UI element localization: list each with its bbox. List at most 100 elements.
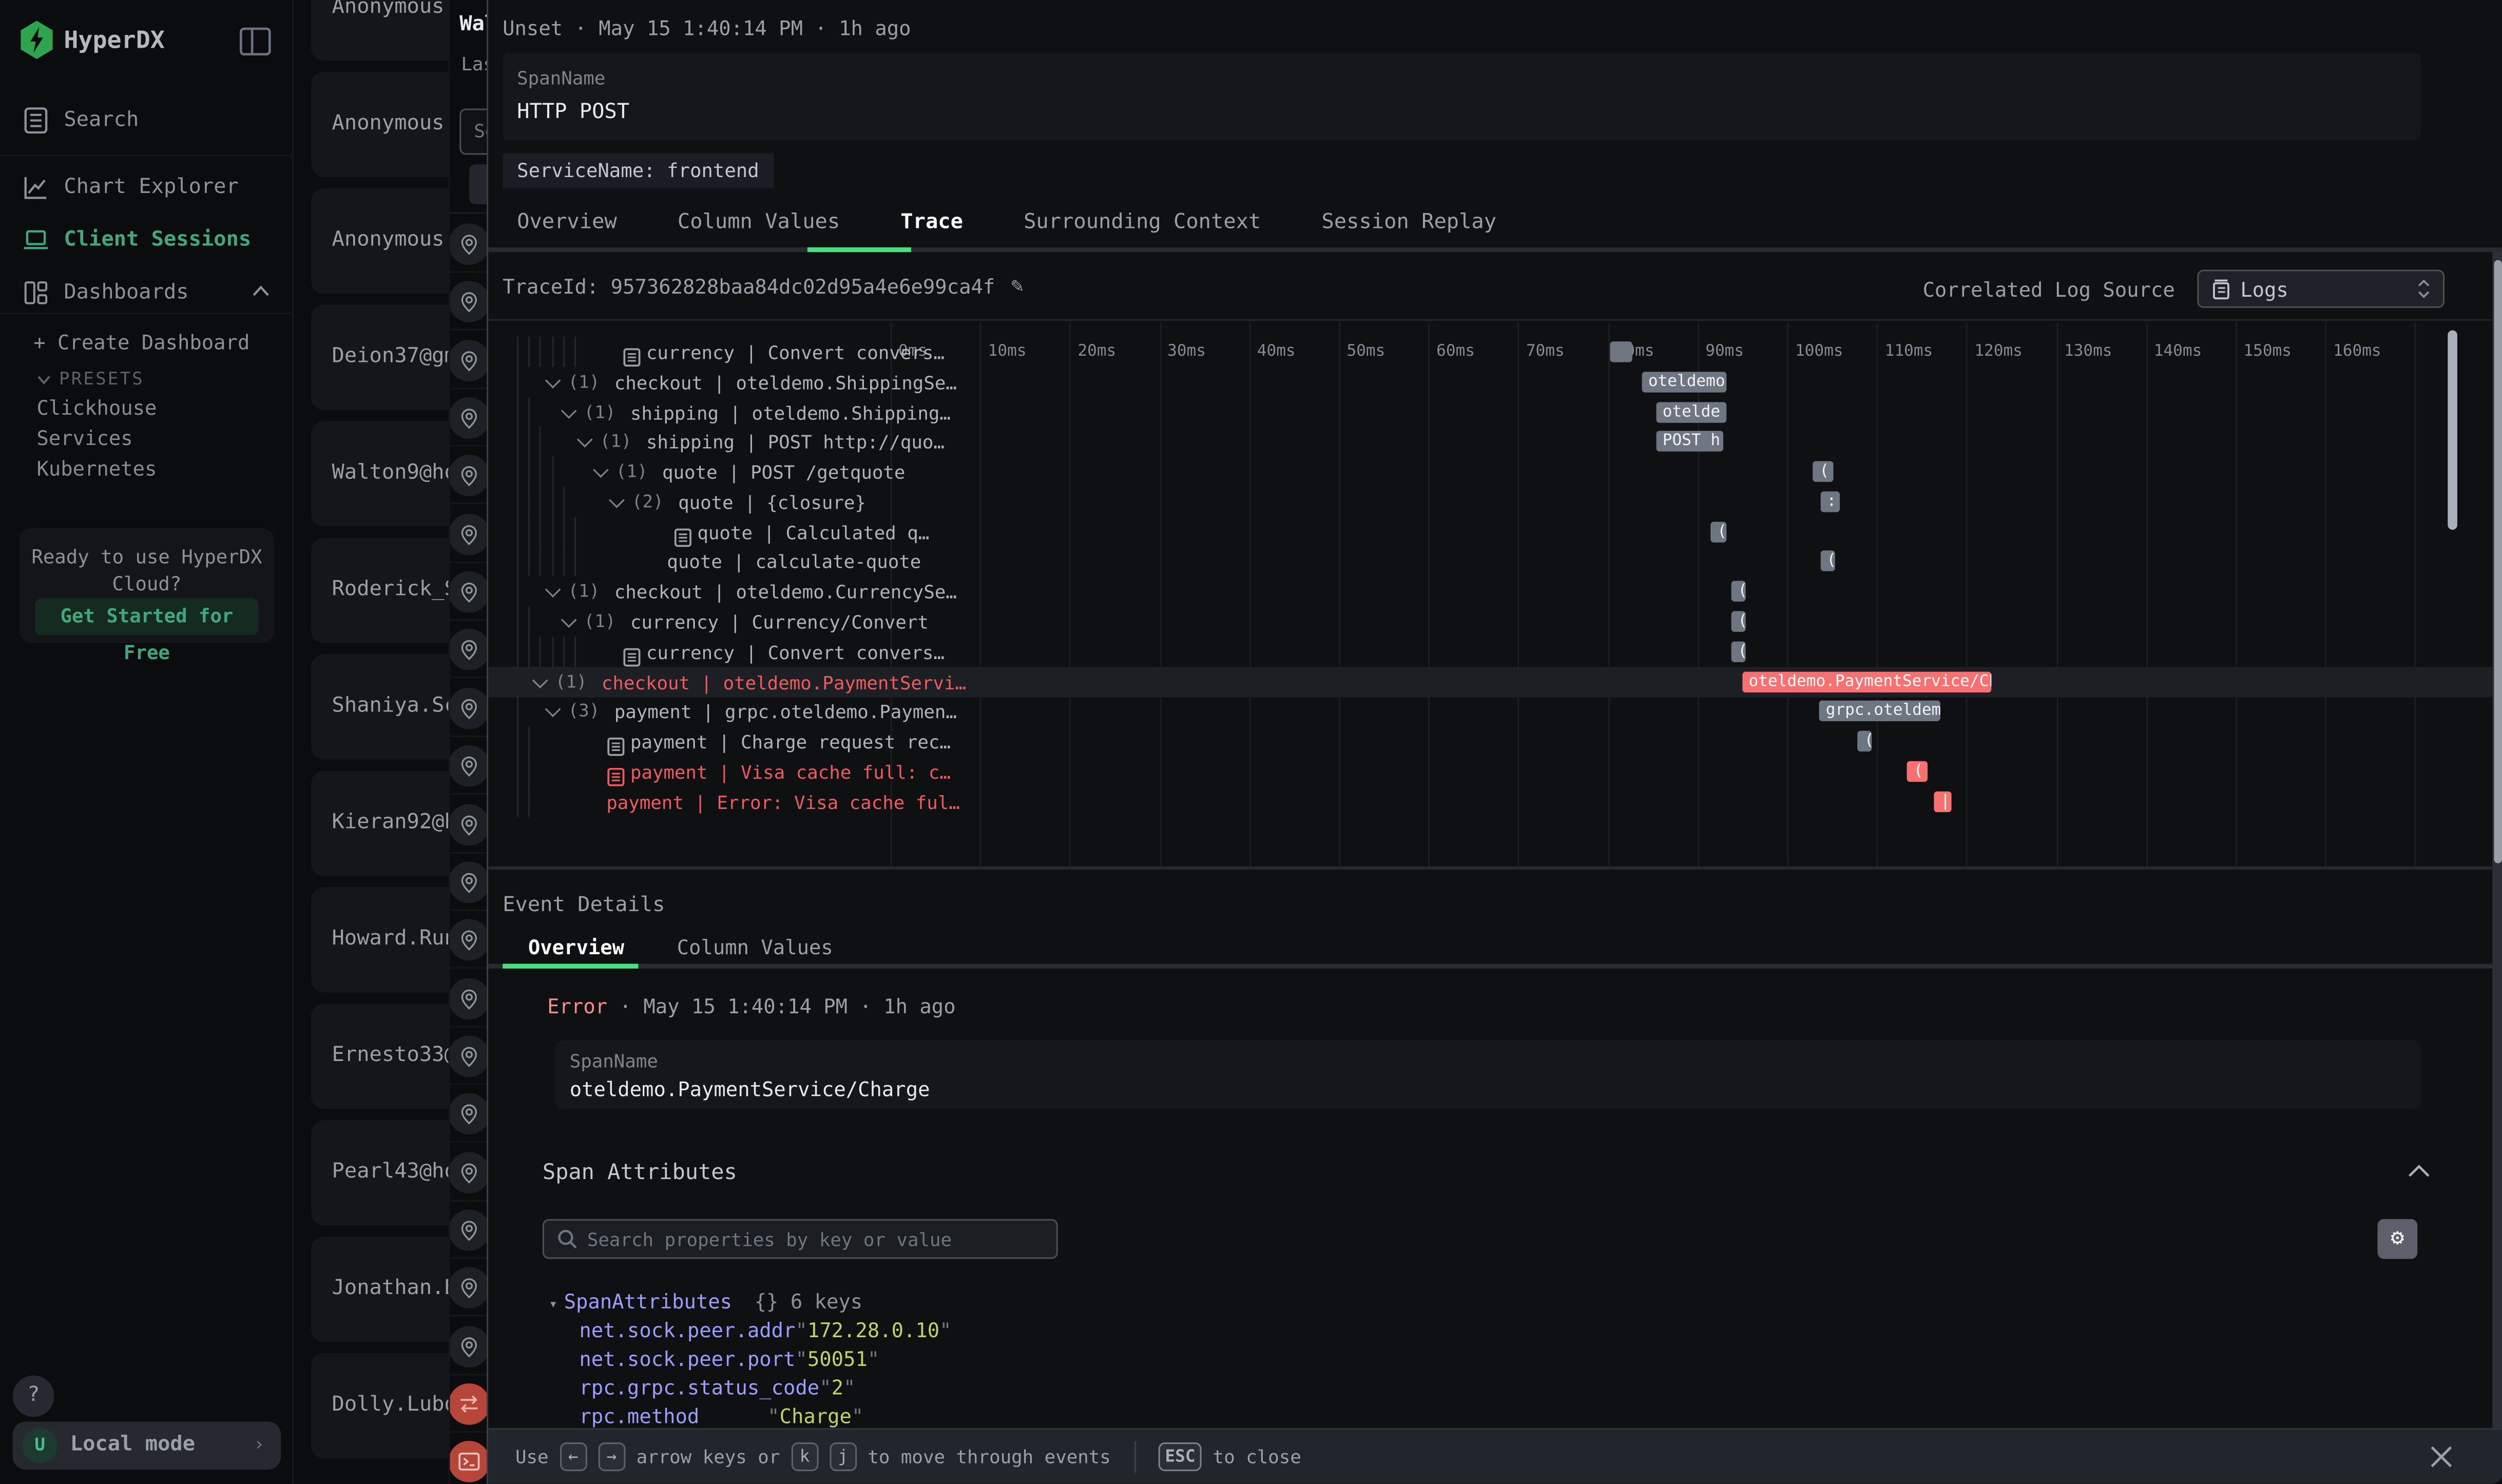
collapse-sidebar-icon[interactable] bbox=[239, 27, 271, 56]
session-card[interactable]: Jonathan.B bbox=[311, 1237, 448, 1342]
session-card[interactable]: Dolly.Lubo bbox=[311, 1353, 448, 1458]
timeline-event-row[interactable] bbox=[450, 680, 487, 737]
waterfall-scrollbar[interactable] bbox=[2448, 330, 2457, 530]
span-bar[interactable]: ( bbox=[1711, 521, 1727, 542]
sidebar-preset-services[interactable]: Services bbox=[36, 426, 132, 450]
close-icon[interactable] bbox=[2429, 1444, 2454, 1470]
help-button[interactable]: ? bbox=[13, 1375, 54, 1417]
timeline-event-row[interactable] bbox=[450, 622, 487, 679]
collapse-chevron-up-icon[interactable] bbox=[2408, 1163, 2431, 1179]
chevron-down-icon[interactable] bbox=[561, 612, 577, 628]
timeline-event-row[interactable] bbox=[450, 738, 487, 795]
chevron-down-icon[interactable] bbox=[545, 372, 561, 388]
timeline-event-row[interactable] bbox=[450, 390, 487, 447]
span-bar[interactable]: | bbox=[1934, 791, 1952, 812]
edit-pencil-icon[interactable]: ✎ bbox=[1011, 275, 1023, 299]
span-bar[interactable]: ( bbox=[1858, 731, 1872, 751]
presets-toggle[interactable]: PRESETS bbox=[36, 365, 144, 390]
trace-tree-row[interactable]: (1)checkout | oteldemo.ShippingSe… bbox=[488, 367, 2492, 397]
chevron-down-icon[interactable] bbox=[561, 402, 577, 418]
event-tab-overview[interactable]: Overview bbox=[528, 935, 624, 959]
span-bar[interactable]: otelde bbox=[1656, 401, 1726, 422]
session-card[interactable]: Ernesto33@ bbox=[311, 1004, 448, 1109]
attribute-row[interactable]: rpc.method"Charge" bbox=[579, 1404, 863, 1428]
trace-tree-row[interactable]: (1)checkout | oteldemo.PaymentServi… bbox=[488, 666, 2492, 697]
gear-icon[interactable]: ⚙ bbox=[2378, 1219, 2418, 1259]
timeline-event-row[interactable] bbox=[450, 216, 487, 273]
trace-tree-row[interactable]: (1)checkout | oteldemo.CurrencySe… bbox=[488, 576, 2492, 607]
sidebar-preset-clickhouse[interactable]: Clickhouse bbox=[36, 396, 157, 420]
session-card[interactable]: Deion37@gm bbox=[311, 305, 448, 410]
tab-column-values[interactable]: Column Values bbox=[678, 210, 840, 235]
timeline-event-row[interactable] bbox=[450, 506, 487, 563]
trace-tree-row[interactable]: quote | Calculated q… bbox=[488, 516, 2492, 547]
span-bar[interactable]: ( bbox=[1907, 761, 1927, 781]
attribute-row[interactable]: rpc.grpc.status_code"2" bbox=[579, 1375, 855, 1399]
drawer-scrollbar-thumb[interactable] bbox=[2494, 260, 2502, 863]
chevron-down-icon[interactable] bbox=[593, 462, 609, 478]
session-filter-chip[interactable]: H bbox=[469, 164, 487, 204]
span-bar[interactable]: ( bbox=[1731, 641, 1746, 662]
timeline-event-row[interactable] bbox=[450, 1317, 487, 1375]
trace-tree-row[interactable]: (1)shipping | POST http://quo… bbox=[488, 427, 2492, 457]
timeline-event-row[interactable] bbox=[450, 1201, 487, 1259]
timeline-event-row[interactable] bbox=[450, 1375, 487, 1433]
tab-trace[interactable]: Trace bbox=[900, 210, 963, 235]
span-bar[interactable]: grpc.oteldemo. bbox=[1819, 701, 1940, 722]
sidebar-preset-kubernetes[interactable]: Kubernetes bbox=[36, 456, 157, 480]
session-card[interactable]: Howard.Run bbox=[311, 887, 448, 992]
session-card[interactable]: Anonymous bbox=[311, 72, 448, 177]
chevron-down-icon[interactable] bbox=[545, 582, 561, 598]
span-bar[interactable]: : bbox=[1820, 491, 1840, 512]
attribute-key[interactable]: rpc.grpc.status_code bbox=[579, 1375, 819, 1399]
span-bar[interactable]: ( bbox=[1820, 551, 1836, 572]
get-started-button[interactable]: Get Started for Free bbox=[35, 599, 258, 635]
timeline-event-row[interactable] bbox=[450, 1027, 487, 1085]
trace-tree-row[interactable]: (1)currency | Currency/Convert bbox=[488, 606, 2492, 637]
sidebar-item-dashboards[interactable]: Dashboards bbox=[0, 271, 294, 316]
timeline-event-row[interactable] bbox=[450, 1433, 487, 1483]
chevron-down-icon[interactable] bbox=[577, 432, 593, 448]
attribute-row[interactable]: net.sock.peer.addr"172.28.0.10" bbox=[579, 1318, 951, 1342]
timeline-event-row[interactable] bbox=[450, 911, 487, 969]
span-bar[interactable]: ( bbox=[1813, 461, 1834, 482]
timeline-event-row[interactable] bbox=[450, 1143, 487, 1201]
span-bar[interactable]: POST h bbox=[1656, 431, 1722, 452]
attribute-row[interactable]: net.sock.peer.port"50051" bbox=[579, 1346, 879, 1371]
timeline-event-row[interactable] bbox=[450, 854, 487, 911]
trace-tree-row[interactable]: (3)payment | grpc.oteldemo.Paymen… bbox=[488, 696, 2492, 726]
trace-tree-row[interactable]: (1)quote | POST /getquote bbox=[488, 456, 2492, 487]
trace-tree-row[interactable]: payment | Visa cache full: c… bbox=[488, 756, 2492, 786]
chevron-down-icon[interactable] bbox=[532, 672, 548, 688]
log-source-select[interactable]: Logs bbox=[2197, 269, 2445, 308]
chevron-down-icon[interactable] bbox=[609, 492, 625, 508]
timeline-event-row[interactable] bbox=[450, 448, 487, 505]
session-card[interactable]: Walton9@ho bbox=[311, 421, 448, 527]
event-tab-column-values[interactable]: Column Values bbox=[677, 935, 833, 959]
attribute-key[interactable]: net.sock.peer.addr bbox=[579, 1318, 795, 1342]
sidebar-item-client-sessions[interactable]: Client Sessions bbox=[0, 219, 294, 263]
timeline-event-row[interactable] bbox=[450, 969, 487, 1027]
timeline-event-row[interactable] bbox=[450, 332, 487, 389]
session-card[interactable]: Anonymous bbox=[311, 188, 448, 294]
trace-tree-row[interactable]: payment | Charge request rec… bbox=[488, 726, 2492, 757]
span-bar[interactable]: oteldemo. bbox=[1642, 372, 1726, 392]
user-menu[interactable]: U Local mode › bbox=[13, 1422, 281, 1470]
trace-tree-row[interactable]: (1)shipping | oteldemo.Shipping… bbox=[488, 397, 2492, 427]
chevron-down-icon[interactable] bbox=[545, 702, 561, 718]
attributes-search-input[interactable]: Search properties by key or value bbox=[543, 1219, 1058, 1259]
trace-tree-row[interactable]: payment | Error: Visa cache ful… bbox=[488, 786, 2492, 816]
tab-surrounding-context[interactable]: Surrounding Context bbox=[1024, 210, 1261, 235]
span-bar[interactable]: ( bbox=[1731, 611, 1746, 632]
span-bar[interactable]: ( bbox=[1731, 581, 1746, 602]
tab-session-replay[interactable]: Session Replay bbox=[1321, 210, 1496, 235]
timeline-event-row[interactable] bbox=[450, 564, 487, 621]
session-card[interactable]: Shaniya.Sc bbox=[311, 654, 448, 759]
sidebar-item-chart-explorer[interactable]: Chart Explorer bbox=[0, 166, 294, 210]
session-card[interactable]: Kieran92@h bbox=[311, 770, 448, 876]
create-dashboard-button[interactable]: + Create Dashboard bbox=[33, 330, 249, 354]
trace-tree-row[interactable]: currency | Convert convers… bbox=[488, 337, 2492, 367]
service-name-chip[interactable]: ServiceName: frontend bbox=[503, 153, 774, 188]
span-bar[interactable] bbox=[1610, 341, 1632, 362]
session-card[interactable]: Roderick_S bbox=[311, 538, 448, 643]
